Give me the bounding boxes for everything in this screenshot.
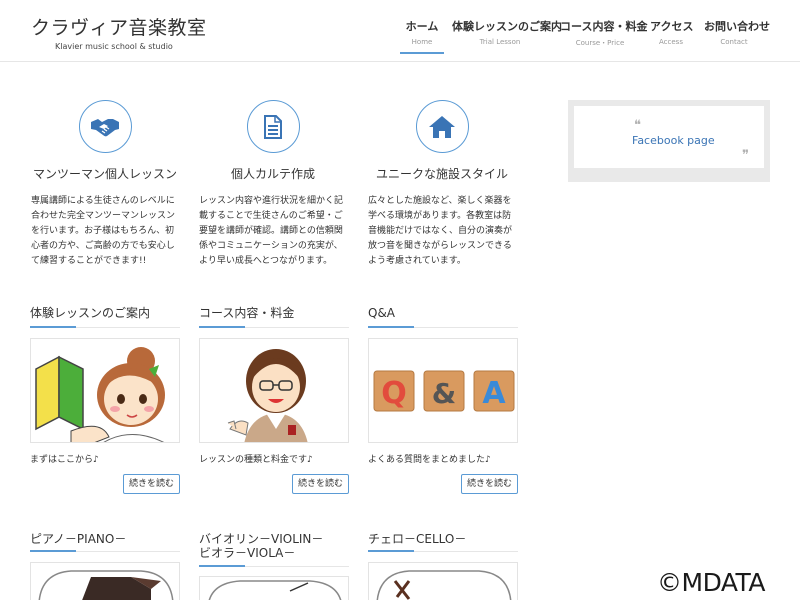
feature-title: マンツーマン個人レッスン <box>32 167 177 181</box>
nav-sublabel: Access <box>659 38 683 46</box>
trial-lesson-image[interactable] <box>30 338 180 443</box>
section-title-line2[interactable]: ビオラ－VIOLA－ <box>199 546 349 560</box>
section-divider <box>30 326 180 328</box>
qa-tile-a: A <box>482 376 506 411</box>
site-header: クラヴィア音楽教室 Klavier music school & studio … <box>0 0 800 62</box>
section-title[interactable]: Q&A <box>368 306 518 320</box>
feature-title: 個人カルテ作成 <box>230 167 315 181</box>
feature-private-lesson: マンツーマン個人レッスン 専属講師による生徒さんのレベルに合わせた完全マンツーマ… <box>25 100 185 269</box>
section-title[interactable]: ピアノ－PIANO－ <box>30 532 180 546</box>
read-more-button[interactable]: 続きを読む <box>291 474 349 494</box>
section-divider <box>199 326 349 328</box>
nav-label: お問い合わせ <box>704 20 770 33</box>
section-title[interactable]: チェロ－CELLO－ <box>368 532 518 546</box>
home-icon <box>415 100 469 153</box>
main-nav: ホーム Home 体験レッスンのご案内 Trial Lesson コース内容・料… <box>0 18 800 62</box>
nav-item-course-price[interactable]: コース内容・料金 Course・Price <box>560 18 648 48</box>
section-description: よくある質問をまとめました♪ <box>368 455 491 465</box>
feature-unique-facility: ユニークな施設スタイル 広々とした施設など、楽しく楽器を学べる環境があります。各… <box>362 100 522 269</box>
nav-label: 体験レッスンのご案内 <box>452 20 562 33</box>
feature-text: 専属講師による生徒さんのレベルに合わせた完全マンツーマンレッスンを行います。お子… <box>31 196 176 266</box>
course-price-card: コース内容・料金 レッスンの種類と料金です♪ 続きを読む <box>199 306 349 496</box>
section-description: レッスンの種類と料金です♪ <box>199 455 313 465</box>
handshake-icon <box>78 100 132 153</box>
close-quote-icon: ❞ <box>742 148 749 163</box>
sidebar-facebook-widget: ❝ Facebook page ❞ <box>568 100 770 182</box>
qa-card: Q&A Q & A よくある質問をまとめました♪ 続きを読む <box>368 306 518 496</box>
feature-text: 広々とした施設など、楽しく楽器を学べる環境があります。各教室は防音機能だけではな… <box>368 196 513 266</box>
cello-image[interactable] <box>368 562 518 600</box>
section-divider <box>199 565 349 567</box>
nav-item-contact[interactable]: お問い合わせ Contact <box>704 18 770 46</box>
read-more-button[interactable]: 続きを読む <box>122 474 180 494</box>
section-title[interactable]: コース内容・料金 <box>199 306 349 320</box>
watermark: ©MDATA <box>657 568 765 597</box>
nav-label: アクセス <box>650 20 694 33</box>
violin-image[interactable] <box>199 576 349 600</box>
section-title[interactable]: 体験レッスンのご案内 <box>30 306 180 320</box>
piano-image[interactable] <box>30 562 180 600</box>
cello-card: チェロ－CELLO－ <box>368 532 518 600</box>
trial-lesson-card: 体験レッスンのご案内 まずはここから♪ 続きを読む <box>30 306 180 496</box>
nav-sublabel: Home <box>411 38 433 46</box>
section-description: まずはここから♪ <box>30 455 99 465</box>
facebook-page-link[interactable]: Facebook page <box>632 134 715 147</box>
qa-tile-q: Q <box>381 376 407 411</box>
nav-sublabel: Contact <box>720 38 748 46</box>
section-divider <box>368 550 518 552</box>
read-more-button[interactable]: 続きを読む <box>460 474 518 494</box>
violin-viola-card: バイオリン－VIOLIN－ ビオラ－VIOLA－ <box>199 532 349 600</box>
piano-card: ピアノ－PIANO－ <box>30 532 180 600</box>
nav-sublabel: Course・Price <box>575 39 625 47</box>
qa-image[interactable]: Q & A <box>368 338 518 443</box>
document-icon <box>246 100 300 153</box>
open-quote-icon: ❝ <box>634 118 641 133</box>
nav-item-trial-lesson[interactable]: 体験レッスンのご案内 Trial Lesson <box>452 18 562 46</box>
nav-item-access[interactable]: アクセス Access <box>650 18 694 46</box>
nav-label: コース内容・料金 <box>560 20 648 33</box>
course-price-image[interactable] <box>199 338 349 443</box>
nav-active-underline <box>400 52 444 54</box>
facebook-box: ❝ Facebook page ❞ <box>574 106 764 168</box>
nav-sublabel: Trial Lesson <box>479 38 521 46</box>
section-divider <box>30 550 180 552</box>
feature-title: ユニークな施設スタイル <box>375 167 508 181</box>
nav-label: ホーム <box>405 20 439 33</box>
qa-tile-amp: & <box>432 377 456 410</box>
nav-item-home[interactable]: ホーム Home <box>400 18 444 54</box>
section-title[interactable]: バイオリン－VIOLIN－ <box>199 532 349 546</box>
feature-personal-chart: 個人カルテ作成 レッスン内容や進行状況を細かく記載することで生徒さんのご希望・ご… <box>193 100 353 269</box>
feature-text: レッスン内容や進行状況を細かく記載することで生徒さんのご希望・ご要望を講師が確認… <box>199 196 344 266</box>
section-divider <box>368 326 518 328</box>
